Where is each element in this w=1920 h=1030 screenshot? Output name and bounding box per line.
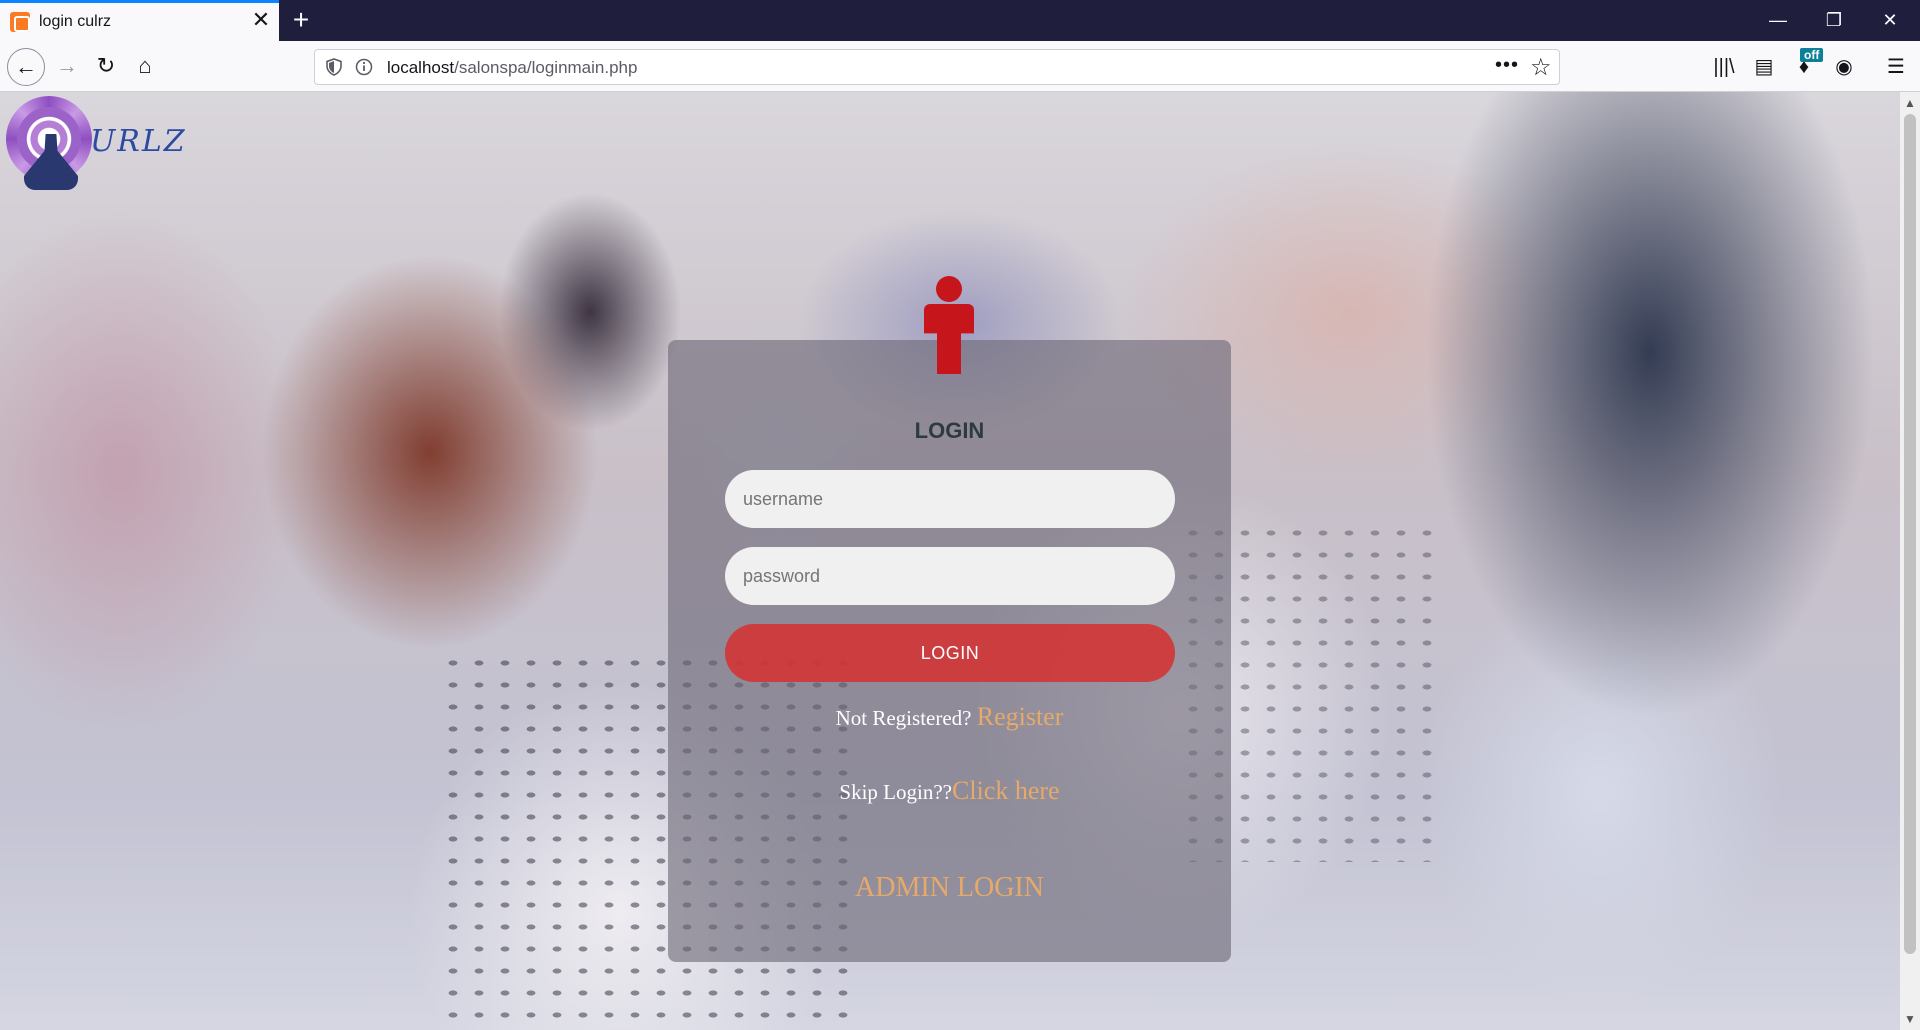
user-icon [924, 276, 974, 374]
page-viewport: URLZ LOGIN LOGIN Not Registered? Registe… [0, 92, 1900, 1030]
register-link[interactable]: Register [977, 702, 1064, 731]
tab-strip: login culrz ✕ + — ❐ ✕ [0, 0, 1920, 41]
site-logo[interactable]: URLZ [6, 96, 187, 190]
extension-badge: off [1800, 48, 1824, 62]
scrollbar-thumb[interactable] [1904, 114, 1916, 954]
user-icon-head [936, 276, 962, 302]
url-path: /salonspa/loginmain.php [454, 58, 638, 77]
page-scrollbar[interactable]: ▲ ▼ [1900, 92, 1920, 1030]
admin-login-link[interactable]: ADMIN LOGIN [668, 872, 1231, 904]
logo-wordmark: URLZ [90, 124, 187, 159]
username-input[interactable] [725, 470, 1175, 528]
browser-tab-active[interactable]: login culrz ✕ [0, 0, 279, 41]
forward-button[interactable]: → [50, 49, 84, 83]
window-minimize-button[interactable]: — [1750, 0, 1806, 41]
hamburger-menu-icon[interactable]: ☰ [1882, 53, 1910, 81]
reload-button[interactable]: ↻ [89, 49, 123, 83]
scroll-up-arrow-icon[interactable]: ▲ [1900, 94, 1920, 112]
register-prompt-text: Not Registered? [835, 706, 977, 730]
user-icon-body [924, 304, 974, 374]
page-actions-icon[interactable]: ••• [1495, 54, 1519, 77]
library-icon[interactable]: |||\ [1710, 53, 1738, 81]
url-text[interactable]: localhost/salonspa/loginmain.php [387, 58, 637, 78]
login-button[interactable]: LOGIN [725, 624, 1175, 682]
tab-close-icon[interactable]: ✕ [250, 9, 272, 31]
password-input[interactable] [725, 547, 1175, 605]
url-host: localhost [387, 58, 455, 77]
tab-title: login culrz [39, 13, 112, 30]
skip-login-link[interactable]: Click here [952, 776, 1060, 805]
window-close-button[interactable]: ✕ [1862, 0, 1918, 41]
skip-login-line: Skip Login??Click here [668, 776, 1231, 806]
navigation-toolbar: ← → ↻ ⌂ localhost/salonspa/loginmain.php… [0, 41, 1920, 92]
login-heading: LOGIN [914, 418, 985, 443]
info-icon[interactable] [355, 58, 373, 76]
scroll-down-arrow-icon[interactable]: ▼ [1900, 1010, 1920, 1028]
shield-icon[interactable] [325, 58, 343, 76]
new-tab-button[interactable]: + [287, 4, 315, 36]
account-icon[interactable]: ◉ [1830, 53, 1858, 81]
register-prompt-line: Not Registered? Register [668, 702, 1231, 732]
xampp-favicon-icon [10, 12, 30, 32]
window-restore-button[interactable]: ❐ [1806, 0, 1862, 41]
back-button[interactable]: ← [7, 48, 45, 86]
url-bar[interactable]: localhost/salonspa/loginmain.php ••• ☆ [314, 49, 1560, 85]
bookmark-star-icon[interactable]: ☆ [1530, 53, 1552, 82]
sidebar-icon[interactable]: ▤ [1750, 53, 1778, 81]
home-button[interactable]: ⌂ [128, 49, 162, 83]
skip-login-text: Skip Login?? [839, 780, 952, 804]
